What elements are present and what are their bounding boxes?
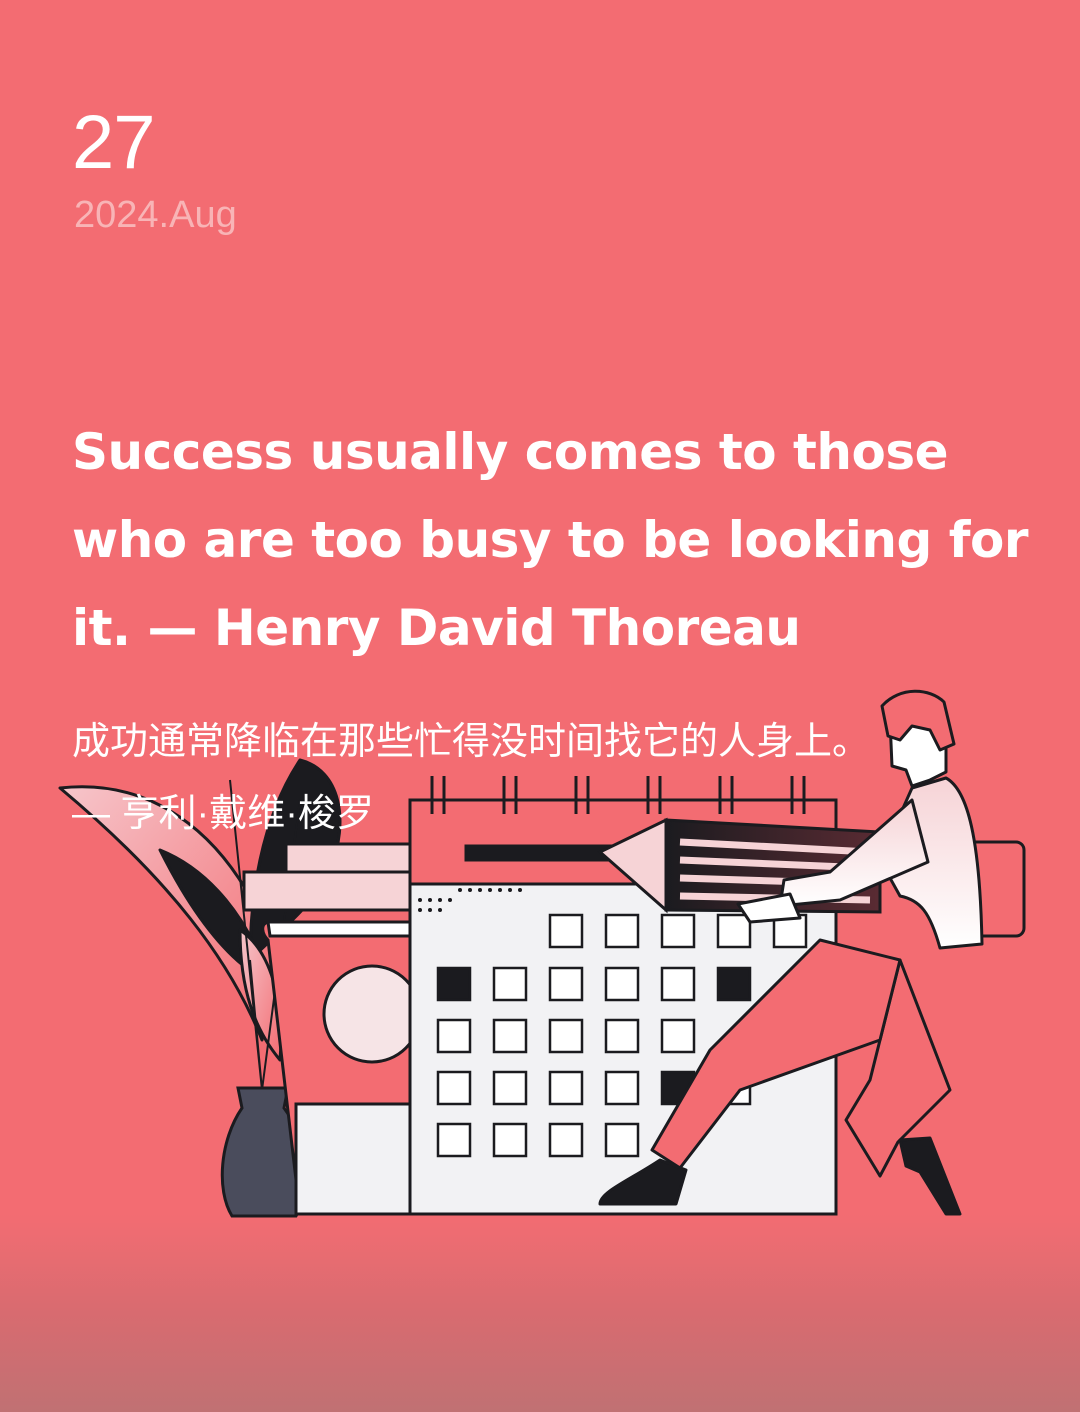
quote-chinese-line-1: 成功通常降临在那些忙得没时间找它的人身上。 — [72, 721, 871, 763]
quote-english: Success usually comes to those who are t… — [72, 423, 1028, 657]
quote-chinese-line-2: — 亨利·戴维·梭罗 — [72, 793, 374, 835]
date-month-year: 2024.Aug — [74, 194, 237, 236]
date-day: 27 — [72, 100, 156, 185]
shoe-back — [898, 1136, 962, 1216]
quote-chinese: 成功通常降临在那些忙得没时间找它的人身上。 — 亨利·戴维·梭罗 — [72, 706, 1032, 850]
